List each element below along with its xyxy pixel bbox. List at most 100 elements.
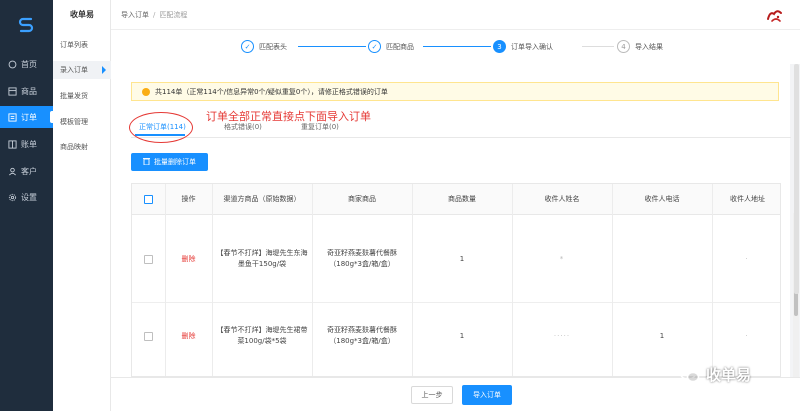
step-4: 4 导入结果	[617, 40, 663, 53]
recipient-name-cell: ·····	[553, 331, 571, 340]
merchant-product-cell: 奇亚籽燕麦麸薯代餐酥（180g*3盒/箱/盒）	[327, 326, 397, 345]
home-icon	[7, 59, 17, 69]
watermark-text: 收单易	[706, 366, 752, 384]
previous-step-button[interactable]: 上一步	[411, 386, 453, 404]
sidebar-item-label: 设置	[21, 192, 37, 202]
check-icon: ✓	[368, 40, 381, 53]
channel-product-cell: 【春节不打烊】海堤先生东海墨鱼干150g/袋	[216, 249, 308, 268]
wechat-watermark: 收单易	[680, 364, 751, 385]
col-header: 收件人姓名	[544, 195, 580, 203]
bill-icon	[7, 139, 17, 149]
table-row: 删除 【春节不打烊】海堤先生东海墨鱼干150g/袋 奇亚籽燕麦麸薯代餐酥（180…	[132, 215, 780, 303]
quantity-cell: 1	[459, 331, 465, 340]
step-label: 导入结果	[635, 42, 663, 51]
import-orders-button[interactable]: 导入订单	[462, 385, 512, 405]
progress-steps: ✓ 匹配表头 ✓ 匹配商品 3 订单导入确认 4 导入结果	[111, 30, 800, 64]
top-header: 导入订单 / 匹配流程	[111, 0, 800, 30]
column-divider	[612, 184, 613, 376]
order-icon	[7, 112, 17, 122]
column-divider	[412, 184, 413, 376]
row-checkbox[interactable]	[144, 331, 153, 341]
step-number: 3	[493, 40, 506, 53]
sidebar-item-settings[interactable]: 设置	[0, 186, 53, 208]
table-header: 操作 渠道方商品（原始数据） 商家商品 商品数量 收件人姓名 收件人电话 收件人…	[132, 184, 780, 215]
col-header: 操作	[181, 195, 196, 203]
sidebar-item-product[interactable]: 商品	[0, 80, 53, 102]
step-label: 订单导入确认	[511, 42, 553, 51]
wechat-icon	[680, 367, 700, 382]
sidebar-item-order[interactable]: 订单	[0, 106, 53, 128]
recipient-name-cell: *	[559, 254, 565, 263]
step-3: 3 订单导入确认	[493, 40, 553, 53]
product-icon	[7, 86, 17, 96]
step-connector	[423, 46, 491, 47]
sidebar-item-customer[interactable]: 客户	[0, 160, 53, 182]
breadcrumb-separator: /	[153, 11, 156, 19]
column-divider	[312, 184, 313, 376]
avatar[interactable]	[764, 5, 786, 27]
step-1: ✓ 匹配表头	[241, 40, 287, 53]
bulk-delete-label: 批量删除订单	[154, 158, 196, 166]
col-header: 渠道方商品（原始数据）	[223, 195, 301, 203]
column-divider	[165, 184, 166, 376]
s-logo-icon[interactable]	[17, 16, 35, 34]
notice-banner: 共114单（正常114个/信息异常0个/疑似重复0个），请修正格式错误的订单	[131, 82, 779, 101]
user-icon	[7, 166, 17, 176]
column-divider	[712, 184, 713, 376]
quantity-cell: 1	[459, 254, 465, 263]
col-header: 收件人地址	[730, 195, 765, 203]
sidebar-item-label: 客户	[21, 166, 37, 176]
step-2: ✓ 匹配商品	[368, 40, 414, 53]
sidebar-item-home[interactable]: 首页	[0, 53, 53, 75]
gear-icon	[7, 192, 17, 202]
delete-link[interactable]: 删除	[165, 215, 212, 303]
breadcrumb-current: 匹配流程	[159, 11, 188, 19]
check-icon: ✓	[241, 40, 254, 53]
annotation-text: 订单全部正常直接点下面导入订单	[206, 110, 371, 123]
col-header: 商家商品	[348, 195, 376, 203]
caret-right-icon	[102, 66, 106, 74]
submenu-item-template[interactable]: 模板管理	[53, 113, 111, 131]
row-checkbox-cell	[132, 215, 165, 303]
delete-link[interactable]: 删除	[165, 303, 212, 369]
bulk-delete-button[interactable]: 批量删除订单	[131, 153, 208, 171]
sidebar-item-label: 商品	[21, 86, 37, 96]
step-label: 匹配表头	[259, 42, 287, 51]
recipient-address-cell: ·	[745, 331, 749, 340]
trash-icon	[143, 157, 150, 167]
row-checkbox[interactable]	[144, 254, 153, 264]
orders-table: 操作 渠道方商品（原始数据） 商家商品 商品数量 收件人姓名 收件人电话 收件人…	[131, 183, 781, 377]
sidebar-item-label: 首页	[21, 59, 37, 69]
column-divider	[512, 184, 513, 376]
page-scrollbar[interactable]	[794, 64, 799, 294]
submenu-item-order-list[interactable]: 订单列表	[53, 36, 111, 54]
breadcrumb-root[interactable]: 导入订单	[121, 11, 149, 19]
select-all-checkbox[interactable]	[144, 195, 153, 204]
submenu-title: 收单易	[70, 10, 94, 19]
highlight-oval	[129, 112, 193, 143]
order-tabs: 正常订单(114) 格式错误(0) 重复订单(0)	[131, 122, 791, 138]
order-submenu: 收单易 订单列表 录入订单 批量发货 模板管理 商品映射	[53, 0, 111, 411]
sidebar-item-bill[interactable]: 账单	[0, 133, 53, 155]
step-label: 匹配商品	[386, 42, 414, 51]
step-number: 4	[617, 40, 630, 53]
submenu-item-label: 录入订单	[60, 66, 88, 74]
step-connector	[298, 46, 366, 47]
submenu-item-product-map[interactable]: 商品映射	[53, 138, 111, 156]
recipient-phone-cell: 1	[659, 331, 665, 340]
import-confirm-panel: 共114单（正常114个/信息异常0个/疑似重复0个），请修正格式错误的订单 正…	[111, 64, 799, 377]
recipient-phone-cell	[612, 215, 712, 303]
column-divider	[212, 184, 213, 376]
recipient-address-cell: ·	[745, 254, 749, 263]
select-all-cell	[132, 184, 165, 215]
submenu-item-bulk-ship[interactable]: 批量发货	[53, 87, 111, 105]
sidebar-item-label: 账单	[21, 139, 37, 149]
warning-icon	[142, 87, 150, 96]
submenu-item-enter-order[interactable]: 录入订单	[53, 61, 111, 79]
merchant-product-cell: 奇亚籽燕麦麸薯代餐酥（180g*3盒/箱/盒）	[327, 249, 397, 268]
breadcrumb: 导入订单 / 匹配流程	[121, 10, 187, 20]
row-checkbox-cell	[132, 303, 165, 369]
main-sidebar: 首页 商品 订单 账单 客户 设置	[0, 0, 53, 411]
col-header: 商品数量	[448, 195, 476, 203]
sidebar-item-label: 订单	[21, 112, 37, 122]
